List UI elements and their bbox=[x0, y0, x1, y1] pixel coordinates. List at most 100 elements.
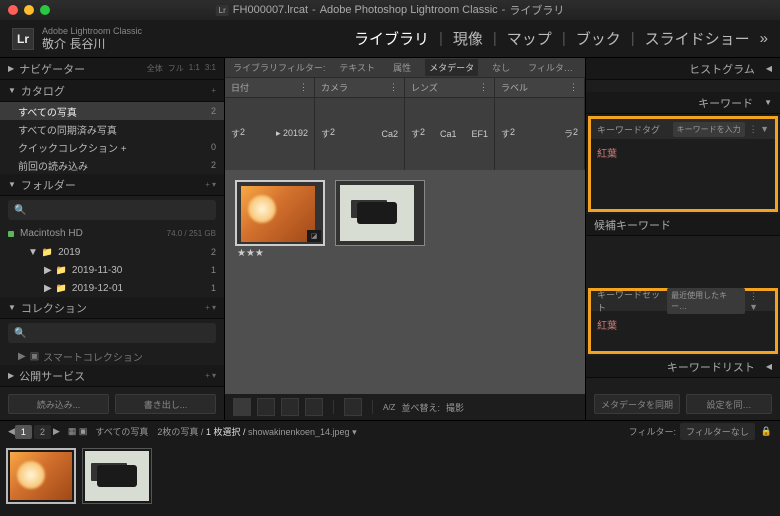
thumbnail-2[interactable] bbox=[335, 180, 425, 246]
suggest-keywords-panel[interactable]: 候補キーワード bbox=[586, 214, 780, 236]
keyword-set-dropdown[interactable]: 最近使用したキー… bbox=[667, 288, 745, 314]
photo-preview bbox=[340, 185, 414, 241]
view-loupe-button[interactable] bbox=[257, 398, 275, 416]
folders-panel[interactable]: ▼ フォルダー + ▾ bbox=[0, 174, 224, 196]
volume-row[interactable]: Macintosh HD 74.0 / 251 GB bbox=[0, 224, 224, 243]
smart-collection[interactable]: ▶▣スマートコレクション bbox=[0, 347, 224, 365]
volume-indicator-icon bbox=[8, 231, 14, 237]
view-icons[interactable]: ▦ ▣ bbox=[68, 426, 88, 437]
expand-icon: ◀ bbox=[766, 64, 772, 73]
collapse-icon: ▼ bbox=[8, 86, 16, 95]
badge-icon: ◪ bbox=[307, 230, 321, 242]
meta-date-row[interactable]: す2 bbox=[231, 126, 245, 141]
page-next[interactable]: ▶ bbox=[53, 426, 60, 437]
col-label-header[interactable]: ラベル⋮ bbox=[495, 78, 585, 97]
painter-button[interactable] bbox=[344, 398, 362, 416]
sync-settings-button[interactable]: 設定を同… bbox=[686, 394, 772, 414]
sort-label: 並べ替え: bbox=[401, 401, 440, 414]
keyword-set-list[interactable]: 紅葉 bbox=[591, 311, 775, 351]
catalog-synced[interactable]: すべての同期済み写真 bbox=[0, 120, 224, 138]
filter-label: ライブラリフィルター: bbox=[233, 61, 325, 74]
folder-date-1[interactable]: ▶📁2019-11-301 bbox=[34, 261, 224, 279]
keyword-tag-section: キーワードタグ キーワードを入力 ⋮ ▼ 紅葉 bbox=[588, 116, 778, 212]
thumbnail-1[interactable]: ◪ bbox=[235, 180, 325, 246]
filter-lock-icon[interactable]: 🔒 bbox=[761, 426, 772, 437]
filter-dropdown[interactable]: フィルターなし bbox=[680, 423, 755, 440]
meta-cam-row[interactable]: Ca2 bbox=[381, 128, 398, 140]
brand-label: Adobe Lightroom Classic bbox=[42, 26, 142, 37]
collection-search[interactable]: 🔍 bbox=[8, 323, 216, 343]
meta-lens-row[interactable]: す2 bbox=[411, 126, 425, 141]
meta-lens-row[interactable]: EF1 bbox=[471, 128, 488, 140]
catalog-quick[interactable]: クイックコレクション +0 bbox=[0, 138, 224, 156]
collapse-icon: ▼ bbox=[764, 98, 772, 107]
page-prev[interactable]: ◀ bbox=[8, 426, 15, 437]
module-map[interactable]: マップ bbox=[507, 28, 552, 49]
minimize-window[interactable] bbox=[24, 5, 34, 15]
sync-metadata-button[interactable]: メタデータを同期 bbox=[594, 394, 680, 414]
col-date-header[interactable]: 日付⋮ bbox=[225, 78, 315, 97]
sort-value[interactable]: 撮影 bbox=[446, 401, 464, 414]
catalog-previous[interactable]: 前回の読み込み2 bbox=[0, 156, 224, 174]
rating-stars[interactable]: ★★★ bbox=[235, 246, 325, 261]
expand-icon: ▶ bbox=[8, 64, 14, 73]
collapse-icon: ▼ bbox=[8, 303, 16, 312]
histogram-panel[interactable]: ヒストグラム◀ bbox=[586, 58, 780, 80]
folder-icon: 📁 bbox=[56, 265, 67, 276]
collapse-icon: ▼ bbox=[8, 180, 16, 189]
module-develop[interactable]: 現像 bbox=[453, 28, 483, 49]
photo-preview bbox=[241, 186, 315, 242]
col-camera-header[interactable]: カメラ⋮ bbox=[315, 78, 405, 97]
expand-icon: ▶ bbox=[8, 371, 14, 380]
filter-meta[interactable]: メタデータ bbox=[425, 59, 478, 76]
keyword-list-panel[interactable]: キーワードリスト◀ bbox=[586, 356, 780, 378]
filter-attr[interactable]: 属性 bbox=[389, 59, 415, 76]
page-1[interactable]: 1 bbox=[15, 425, 32, 439]
window-title: Lr FH000007.lrcat - Adobe Photoshop Ligh… bbox=[216, 2, 565, 18]
page-2[interactable]: 2 bbox=[34, 425, 51, 439]
search-icon: 🔍 bbox=[14, 328, 26, 339]
filter-label: フィルター: bbox=[629, 425, 676, 438]
col-lens-header[interactable]: レンズ⋮ bbox=[405, 78, 495, 97]
keyword-input[interactable]: キーワードを入力 bbox=[673, 122, 745, 137]
filter-text[interactable]: テキスト bbox=[335, 59, 379, 76]
module-slideshow[interactable]: スライドショー bbox=[645, 28, 750, 49]
smart-collection-icon: ▣ bbox=[30, 351, 39, 362]
folder-date-2[interactable]: ▶📁2019-12-011 bbox=[34, 279, 224, 297]
app-logo: Lr bbox=[12, 28, 34, 50]
meta-label-row[interactable]: ラ2 bbox=[564, 126, 578, 141]
module-book[interactable]: ブック bbox=[576, 28, 621, 49]
navigator-panel[interactable]: ▶ ナビゲーター 全体 フル 1:1 3:1 bbox=[0, 58, 224, 80]
keyword-set-label: キーワードセット bbox=[597, 288, 667, 314]
view-survey-button[interactable] bbox=[305, 398, 323, 416]
folder-icon: 📁 bbox=[42, 247, 53, 258]
module-library[interactable]: ライブラリ bbox=[354, 28, 429, 49]
module-more[interactable]: » bbox=[760, 30, 768, 47]
lr-badge-icon: Lr bbox=[216, 5, 229, 16]
folder-year[interactable]: ▼📁20192 bbox=[18, 243, 224, 261]
filmstrip-thumb-1[interactable] bbox=[6, 448, 76, 504]
meta-cam-row[interactable]: す2 bbox=[321, 126, 335, 141]
catalog-all-photos[interactable]: すべての写真2 bbox=[0, 102, 224, 120]
publish-panel[interactable]: ▶ 公開サービス + ▾ bbox=[0, 365, 224, 387]
view-compare-button[interactable] bbox=[281, 398, 299, 416]
import-button[interactable]: 読み込み... bbox=[8, 394, 109, 414]
filter-menu[interactable]: フィルタ… bbox=[524, 59, 577, 76]
view-grid-button[interactable] bbox=[233, 398, 251, 416]
filmstrip-thumb-2[interactable] bbox=[82, 448, 152, 504]
sort-ratio[interactable]: A/Z bbox=[383, 403, 395, 412]
keyword-list[interactable]: 紅葉 bbox=[591, 139, 775, 209]
breadcrumb: すべての写真 2枚の写真 / 1 枚選択 / showakinenkoen_14… bbox=[95, 425, 356, 438]
keywording-panel[interactable]: キーワード▼ bbox=[586, 92, 780, 114]
maximize-window[interactable] bbox=[40, 5, 50, 15]
collections-panel[interactable]: ▼ コレクション + ▾ bbox=[0, 297, 224, 319]
expand-icon: ◀ bbox=[766, 362, 772, 371]
meta-label-row[interactable]: す2 bbox=[501, 126, 515, 141]
meta-date-row[interactable]: ▸ 20192 bbox=[276, 127, 308, 140]
close-window[interactable] bbox=[8, 5, 18, 15]
export-button[interactable]: 書き出し... bbox=[115, 394, 216, 414]
meta-lens-row[interactable]: Ca1 bbox=[440, 128, 457, 140]
catalog-panel[interactable]: ▼ カタログ + bbox=[0, 80, 224, 102]
filter-none[interactable]: なし bbox=[488, 59, 514, 76]
folder-search[interactable]: 🔍 bbox=[8, 200, 216, 220]
